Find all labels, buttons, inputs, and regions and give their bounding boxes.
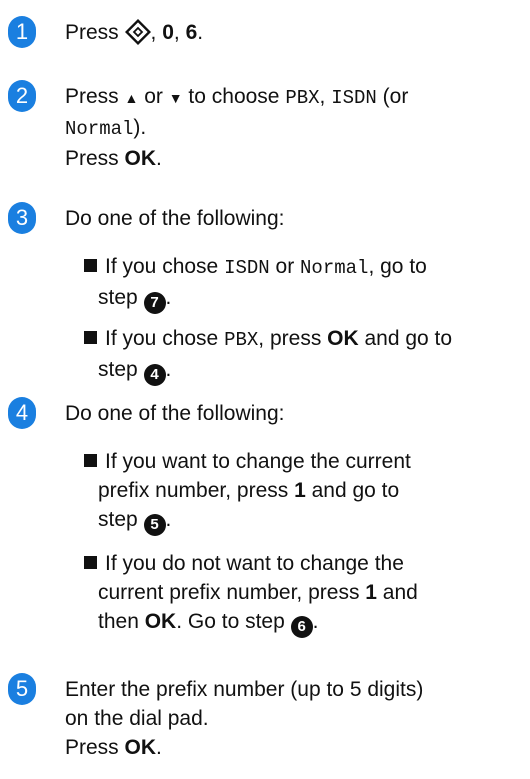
step-number: 5 [8,673,36,705]
step-text: Press ▲ or ▼ to choose PBX, ISDN (or Nor… [65,85,409,170]
menu-key-icon [124,18,151,53]
bullet-icon [84,556,97,569]
up-arrow-icon: ▲ [124,90,139,106]
bullet-item: If you chose ISDN or Normal, go to step … [84,252,514,314]
step-ref-icon: 4 [143,364,166,386]
step-ref-icon: 6 [290,616,313,638]
step-text: Enter the prefix number (up to 5 digits)… [65,678,424,759]
bullet-icon [84,331,97,344]
step-number: 2 [8,80,36,112]
bullet-item: If you do not want to change the current… [84,549,514,638]
step-ref-icon: 5 [143,514,166,536]
down-arrow-icon: ▼ [168,90,183,106]
bullet-icon [84,454,97,467]
step-number: 4 [8,397,36,429]
bullet-item: If you want to change the current prefix… [84,447,514,536]
bullet-item: If you chose PBX, press OK and go to ste… [84,324,514,386]
step-intro: Do one of the following: [65,402,285,425]
step-intro: Do one of the following: [65,207,285,230]
bullet-icon [84,259,97,272]
step-text: Press , 0, 6. [65,18,525,53]
step-number: 1 [8,16,36,48]
step-ref-icon: 7 [143,292,166,314]
step-number: 3 [8,202,36,234]
